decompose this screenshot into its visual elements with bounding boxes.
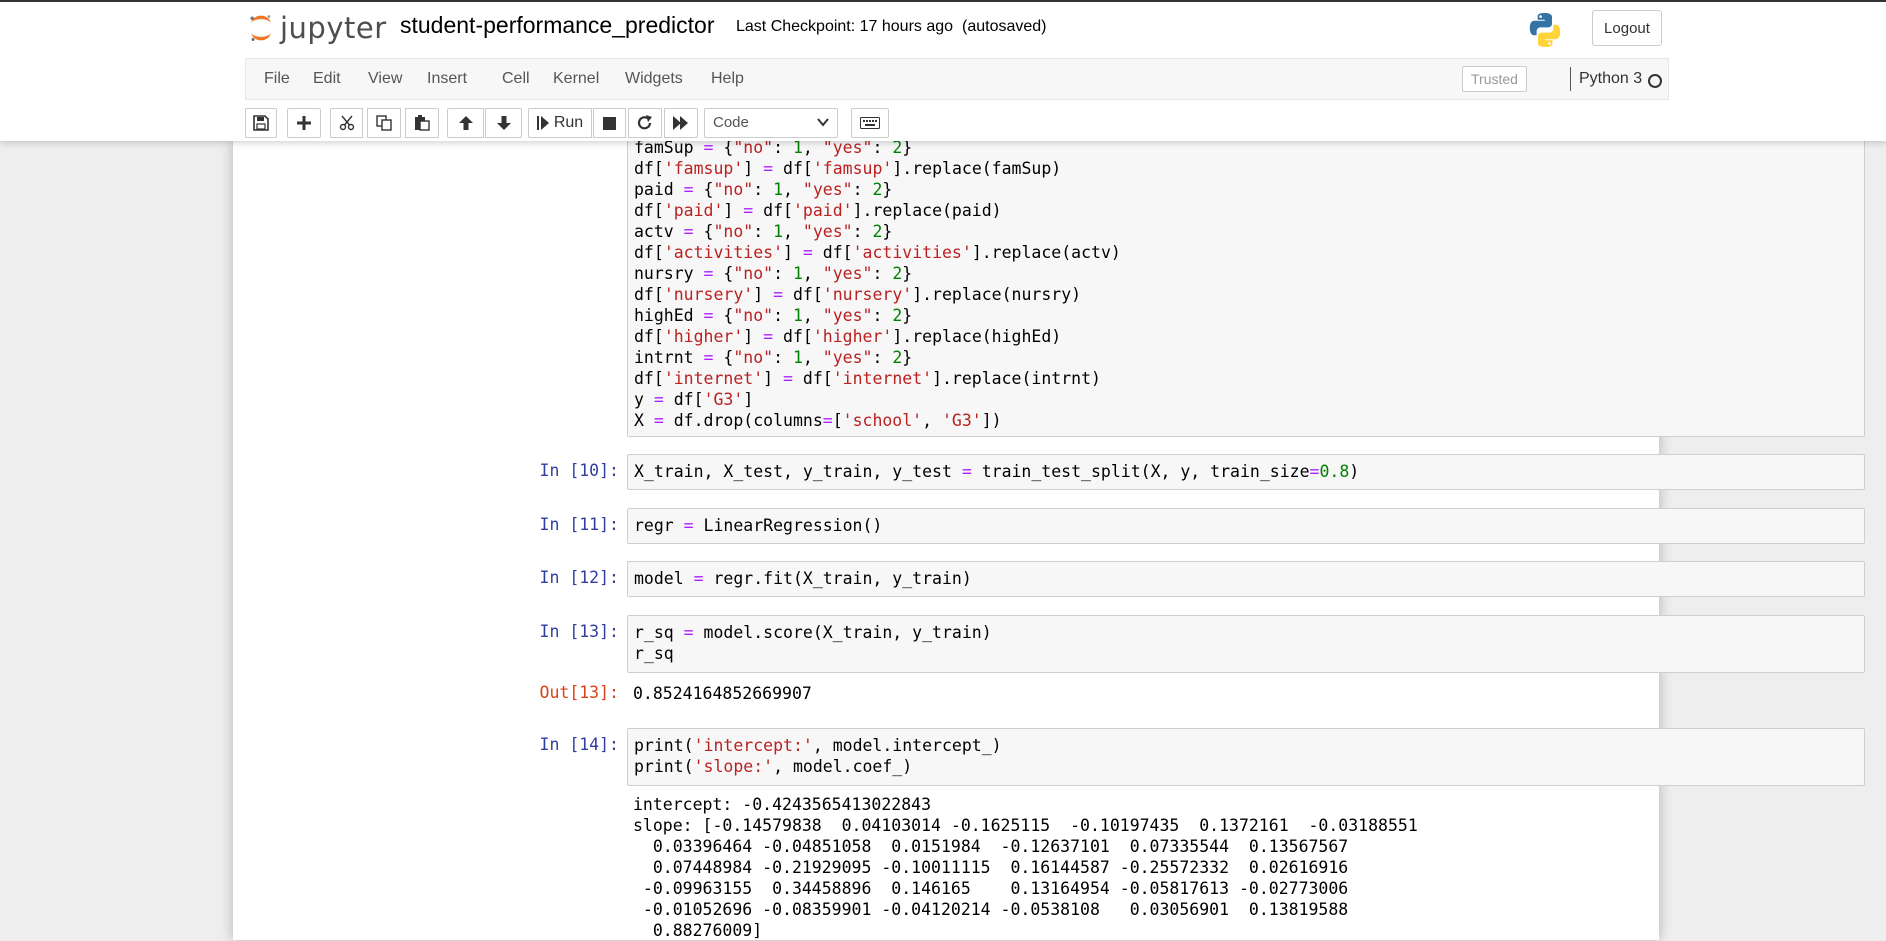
python-logo-icon (1529, 13, 1561, 47)
jupyter-logo[interactable]: jupyter (246, 8, 387, 48)
menu-bar: File Edit View Insert Cell Kernel Widget… (245, 58, 1669, 100)
menu-file[interactable]: File (264, 70, 290, 88)
code-cell-13[interactable]: r_sq = model.score(X_train, y_train) r_s… (627, 615, 1865, 673)
move-down-button[interactable] (485, 108, 522, 138)
code-line: actv = {"no": 1, "yes": 2} (634, 222, 893, 241)
code-cell-10[interactable]: X_train, X_test, y_train, y_test = train… (627, 454, 1865, 490)
checkpoint-status: Last Checkpoint: 17 hours ago (736, 18, 954, 35)
output-line: -0.09963155 0.34458896 0.146165 0.131649… (633, 879, 1349, 898)
menu-help[interactable]: Help (711, 70, 744, 88)
run-button[interactable]: Run (528, 108, 592, 138)
output-line: intercept: -0.4243565413022843 (633, 795, 932, 814)
code-line: r_sq (634, 644, 674, 663)
output-line: slope: [-0.14579838 0.04103014 -0.162511… (633, 816, 1418, 835)
code-line: nursry = {"no": 1, "yes": 2} (634, 264, 913, 283)
notebook-name[interactable]: student-performance_predictor (400, 12, 715, 39)
chevron-down-icon (817, 118, 829, 127)
code-line: df['internet'] = df['internet'].replace(… (634, 369, 1101, 388)
interrupt-button[interactable] (593, 108, 626, 138)
save-icon (253, 115, 269, 131)
menu-cell[interactable]: Cell (502, 70, 530, 88)
output-line: 0.03396464 -0.04851058 0.0151984 -0.1263… (633, 837, 1349, 856)
menu-view[interactable]: View (368, 70, 402, 88)
code-line: X = df.drop(columns=['school', 'G3']) (634, 411, 1002, 430)
code-line: df['paid'] = df['paid'].replace(paid) (634, 201, 1002, 220)
jupyter-logo-icon (250, 15, 271, 41)
kernel-name: Python 3 (1579, 70, 1643, 87)
input-prompt: In [11]: (539, 515, 619, 534)
output-line: 0.07448984 -0.21929095 -0.10011115 0.161… (633, 858, 1349, 877)
keyboard-icon (860, 117, 880, 129)
code-line: paid = {"no": 1, "yes": 2} (634, 180, 893, 199)
move-up-button[interactable] (447, 108, 484, 138)
cell-type-value: Code (713, 114, 749, 131)
code-line: X_train, X_test, y_train, y_test = train… (634, 462, 1360, 481)
code-line: df['activities'] = df['activities'].repl… (634, 243, 1121, 262)
kernel-separator (1570, 67, 1571, 91)
input-prompt: In [10]: (539, 461, 619, 480)
code-cell-14[interactable]: print('intercept:', model.intercept_) pr… (627, 728, 1865, 786)
kernel-idle-icon (1648, 74, 1662, 88)
code-line: highEd = {"no": 1, "yes": 2} (634, 306, 913, 325)
copy-icon (376, 115, 392, 131)
restart-icon (637, 115, 652, 130)
code-line: print('intercept:', model.intercept_) (634, 736, 1002, 755)
restart-run-all-button[interactable] (664, 108, 698, 138)
code-line: print('slope:', model.coef_) (634, 757, 913, 776)
trusted-badge[interactable]: Trusted (1462, 66, 1527, 92)
logout-button[interactable]: Logout (1592, 10, 1662, 46)
fast-forward-icon (673, 116, 688, 130)
code-line: r_sq = model.score(X_train, y_train) (634, 623, 992, 642)
menu-insert[interactable]: Insert (427, 70, 467, 88)
save-button[interactable] (245, 108, 277, 138)
menu-edit[interactable]: Edit (313, 70, 341, 88)
menu-kernel[interactable]: Kernel (553, 70, 599, 88)
command-palette-button[interactable] (851, 108, 889, 138)
notebook-header: jupyter student-performance_predictor La… (0, 0, 1886, 141)
stop-icon (603, 116, 616, 130)
code-line: regr = LinearRegression() (634, 516, 883, 535)
input-prompt: In [13]: (539, 622, 619, 641)
cut-button[interactable] (330, 108, 363, 138)
arrow-up-icon (458, 116, 473, 130)
arrow-down-icon (496, 116, 511, 130)
code-line: intrnt = {"no": 1, "yes": 2} (634, 348, 913, 367)
output-value: 0.8524164852669907 (633, 684, 812, 703)
plus-icon (297, 116, 311, 130)
paste-icon (415, 115, 430, 131)
code-line: y = df['G3'] (634, 390, 754, 409)
code-line: model = regr.fit(X_train, y_train) (634, 569, 972, 588)
input-prompt: In [12]: (539, 568, 619, 587)
run-icon (536, 116, 549, 130)
copy-button[interactable] (367, 108, 401, 138)
output-line: -0.01052696 -0.08359901 -0.04120214 -0.0… (633, 900, 1349, 919)
input-prompt: In [14]: (539, 735, 619, 754)
jupyter-wordmark: jupyter (280, 11, 387, 45)
code-cell-11[interactable]: regr = LinearRegression() (627, 508, 1865, 544)
output-line: 0.88276009] (633, 921, 763, 940)
code-line: df['higher'] = df['higher'].replace(high… (634, 327, 1062, 346)
menu-widgets[interactable]: Widgets (625, 70, 683, 88)
restart-button[interactable] (628, 108, 662, 138)
output-prompt: Out[13]: (539, 683, 619, 702)
code-line: df['famsup'] = df['famsup'].replace(famS… (634, 159, 1062, 178)
cell-type-select[interactable]: Code (704, 108, 838, 138)
insert-cell-button[interactable] (287, 108, 321, 138)
paste-button[interactable] (405, 108, 439, 138)
autosave-status: (autosaved) (962, 18, 1047, 35)
cut-icon (339, 115, 354, 131)
code-cell-9[interactable]: famSup = {"no": 1, "yes": 2} df['famsup'… (627, 121, 1865, 437)
notebook-container: famSup = {"no": 1, "yes": 2} df['famsup'… (233, 121, 1865, 940)
code-cell-12[interactable]: model = regr.fit(X_train, y_train) (627, 561, 1865, 597)
run-label: Run (553, 114, 584, 131)
code-line: df['nursery'] = df['nursery'].replace(nu… (634, 285, 1082, 304)
